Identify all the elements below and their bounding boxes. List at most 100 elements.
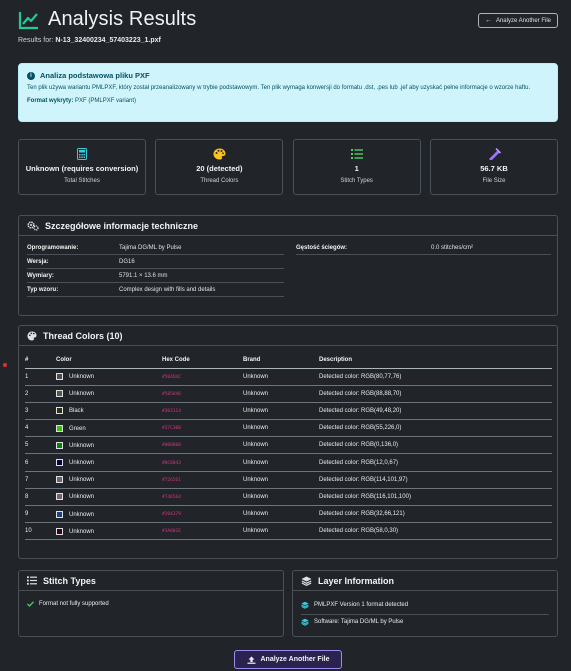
layers-icon	[301, 576, 312, 586]
stat-label: Thread Colors	[200, 178, 239, 184]
hex-cell: #0C0043	[162, 453, 243, 472]
hex-cell: #37C300	[162, 419, 243, 438]
color-swatch	[56, 458, 63, 466]
hex-code: #585846	[162, 391, 181, 397]
column-header: Description	[319, 353, 552, 369]
table-row: 5 Unknown #008800 Unknown Detected color: RG…	[25, 436, 552, 455]
layers-icon	[301, 601, 309, 609]
arrow-left-icon: ←	[484, 17, 492, 24]
color-cell: Green	[56, 419, 162, 438]
color-name: Green	[69, 425, 86, 432]
upload-icon	[247, 656, 255, 664]
marker-dot	[3, 363, 7, 367]
color-swatch	[56, 424, 63, 432]
hex-code: #3A001E	[162, 529, 181, 535]
tech-row-software: Oprogramowanie: Tajima DG/ML by Pulse	[27, 242, 284, 255]
color-cell: Unknown	[56, 436, 162, 455]
color-swatch	[56, 373, 63, 381]
brand-cell: Unknown	[243, 522, 319, 541]
results-for: Results for: N-13_32400234_57403223_1.px…	[18, 37, 558, 44]
brand-cell: Unknown	[243, 453, 319, 472]
stitch-type-label: Format not fully supported	[39, 601, 109, 607]
table-row: 2 Unknown #585846 Unknown Detected color: RG…	[25, 385, 552, 403]
brand-cell: Unknown	[243, 402, 319, 421]
panel-header: Stitch Types	[19, 571, 283, 591]
stat-value: 1	[354, 164, 359, 173]
analyze-another-label: Analyze Another File	[260, 656, 330, 663]
tech-key: Oprogramowanie:	[27, 245, 79, 251]
hex-code: #204379	[162, 512, 181, 518]
hex-code: #726561	[162, 477, 181, 483]
color-cell: Unknown	[56, 368, 162, 386]
hex-cell: #746564	[162, 488, 243, 507]
hex-code: #504D4C	[162, 374, 181, 380]
stat-card-stitch-types: 1 Stitch Types	[292, 139, 421, 195]
color-swatch	[56, 407, 63, 415]
technical-details-panel: Szczegółowe informacje techniczne Oprogr…	[18, 215, 558, 316]
tech-row-stitch-density: Gęstość ściegów: 0.0 stitches/cm²	[296, 242, 551, 255]
alert-text: Ten plik używa wariantu PMLPXF, który zo…	[27, 85, 531, 91]
description-cell: Detected color: RGB(12,0,67)	[319, 453, 552, 472]
tech-value: 0.0 stitches/cm²	[431, 245, 474, 251]
layer-item: PMLPXF Version 1 format detected	[301, 601, 408, 609]
hex-code: #008800	[162, 443, 181, 449]
alert-format: Format wykryty: PXF (PMLPXF variant)	[27, 98, 549, 104]
panel-header: Szczegółowe informacje techniczne	[19, 216, 557, 236]
layer-information-panel: Layer Information PMLPXF Version 1 forma…	[292, 570, 558, 637]
color-name: Black	[69, 408, 84, 415]
gears-icon	[27, 220, 39, 231]
hex-cell: #008800	[162, 436, 243, 455]
description-cell: Detected color: RGB(49,48,20)	[319, 402, 552, 421]
color-cell: Unknown	[56, 522, 162, 541]
brand-cell: Unknown	[243, 471, 319, 489]
tech-value: DG16	[119, 259, 135, 265]
hex-cell: #504D4C	[162, 368, 243, 386]
analyze-another-button[interactable]: Analyze Another File	[234, 650, 342, 669]
alert-format-value: PXF (PMLPXF variant)	[75, 98, 137, 104]
tech-row-dimensions: Wymiary: 5791.1 × 13.6 mm	[27, 270, 284, 283]
alert-title: Analiza podstawowa pliku PXF	[40, 71, 150, 80]
color-name: Unknown	[69, 460, 95, 467]
color-cell: Unknown	[56, 471, 162, 489]
description-cell: Detected color: RGB(0,136,0)	[319, 436, 552, 455]
color-swatch	[56, 493, 63, 501]
table-row: 9 Unknown #204379 Unknown Detected color: RG…	[25, 505, 552, 524]
tech-value: Complex design with fills and details	[119, 287, 216, 293]
calculator-icon	[77, 148, 87, 160]
hex-cell: #3A001E	[162, 522, 243, 541]
stat-value: Unknown (requires conversion)	[25, 164, 139, 173]
description-cell: Detected color: RGB(116,101,100)	[319, 488, 552, 507]
column-header: Brand	[243, 353, 319, 369]
table-row: 3 Black #303114 Unknown Detected color: RGB(…	[25, 402, 552, 421]
description-cell: Detected color: RGB(114,101,97)	[319, 471, 552, 489]
info-circle-icon: i	[27, 71, 35, 80]
row-number: 4	[25, 419, 56, 438]
list-icon	[350, 149, 363, 159]
palette-icon	[213, 148, 226, 160]
thread-colors-title: Thread Colors (10)	[43, 330, 123, 341]
alert-format-label: Format wykryty:	[27, 98, 74, 104]
chart-line-icon	[18, 11, 38, 29]
row-number: 1	[25, 368, 56, 386]
color-cell: Unknown	[56, 505, 162, 524]
layer-info-title: Layer Information	[318, 575, 395, 586]
analyze-another-top-button[interactable]: ← Analyze Another File	[477, 13, 558, 28]
stat-card-file-size: 56.7 KB File Size	[429, 139, 558, 195]
hex-code: #0C0043	[162, 460, 181, 466]
hex-cell: #585846	[162, 385, 243, 403]
alert-title-row: i Analiza podstawowa pliku PXF	[27, 71, 549, 80]
stitch-types-panel: Stitch Types Format not fully supported	[18, 570, 284, 637]
row-number: 10	[25, 522, 56, 541]
palette-icon	[27, 331, 37, 340]
color-cell: Unknown	[56, 488, 162, 507]
brand-cell: Unknown	[243, 368, 319, 386]
color-swatch	[56, 441, 63, 449]
check-icon	[27, 601, 34, 607]
hex-code: #746564	[162, 494, 181, 500]
info-alert: i Analiza podstawowa pliku PXF Ten plik …	[18, 63, 558, 122]
hex-cell: #204379	[162, 505, 243, 524]
column-header: #	[25, 353, 56, 369]
color-name: Unknown	[69, 528, 95, 535]
stitch-type-item: Format not fully supported	[27, 601, 109, 607]
layer-item-label: Software: Tajima DG/ML by Pulse	[314, 619, 404, 625]
